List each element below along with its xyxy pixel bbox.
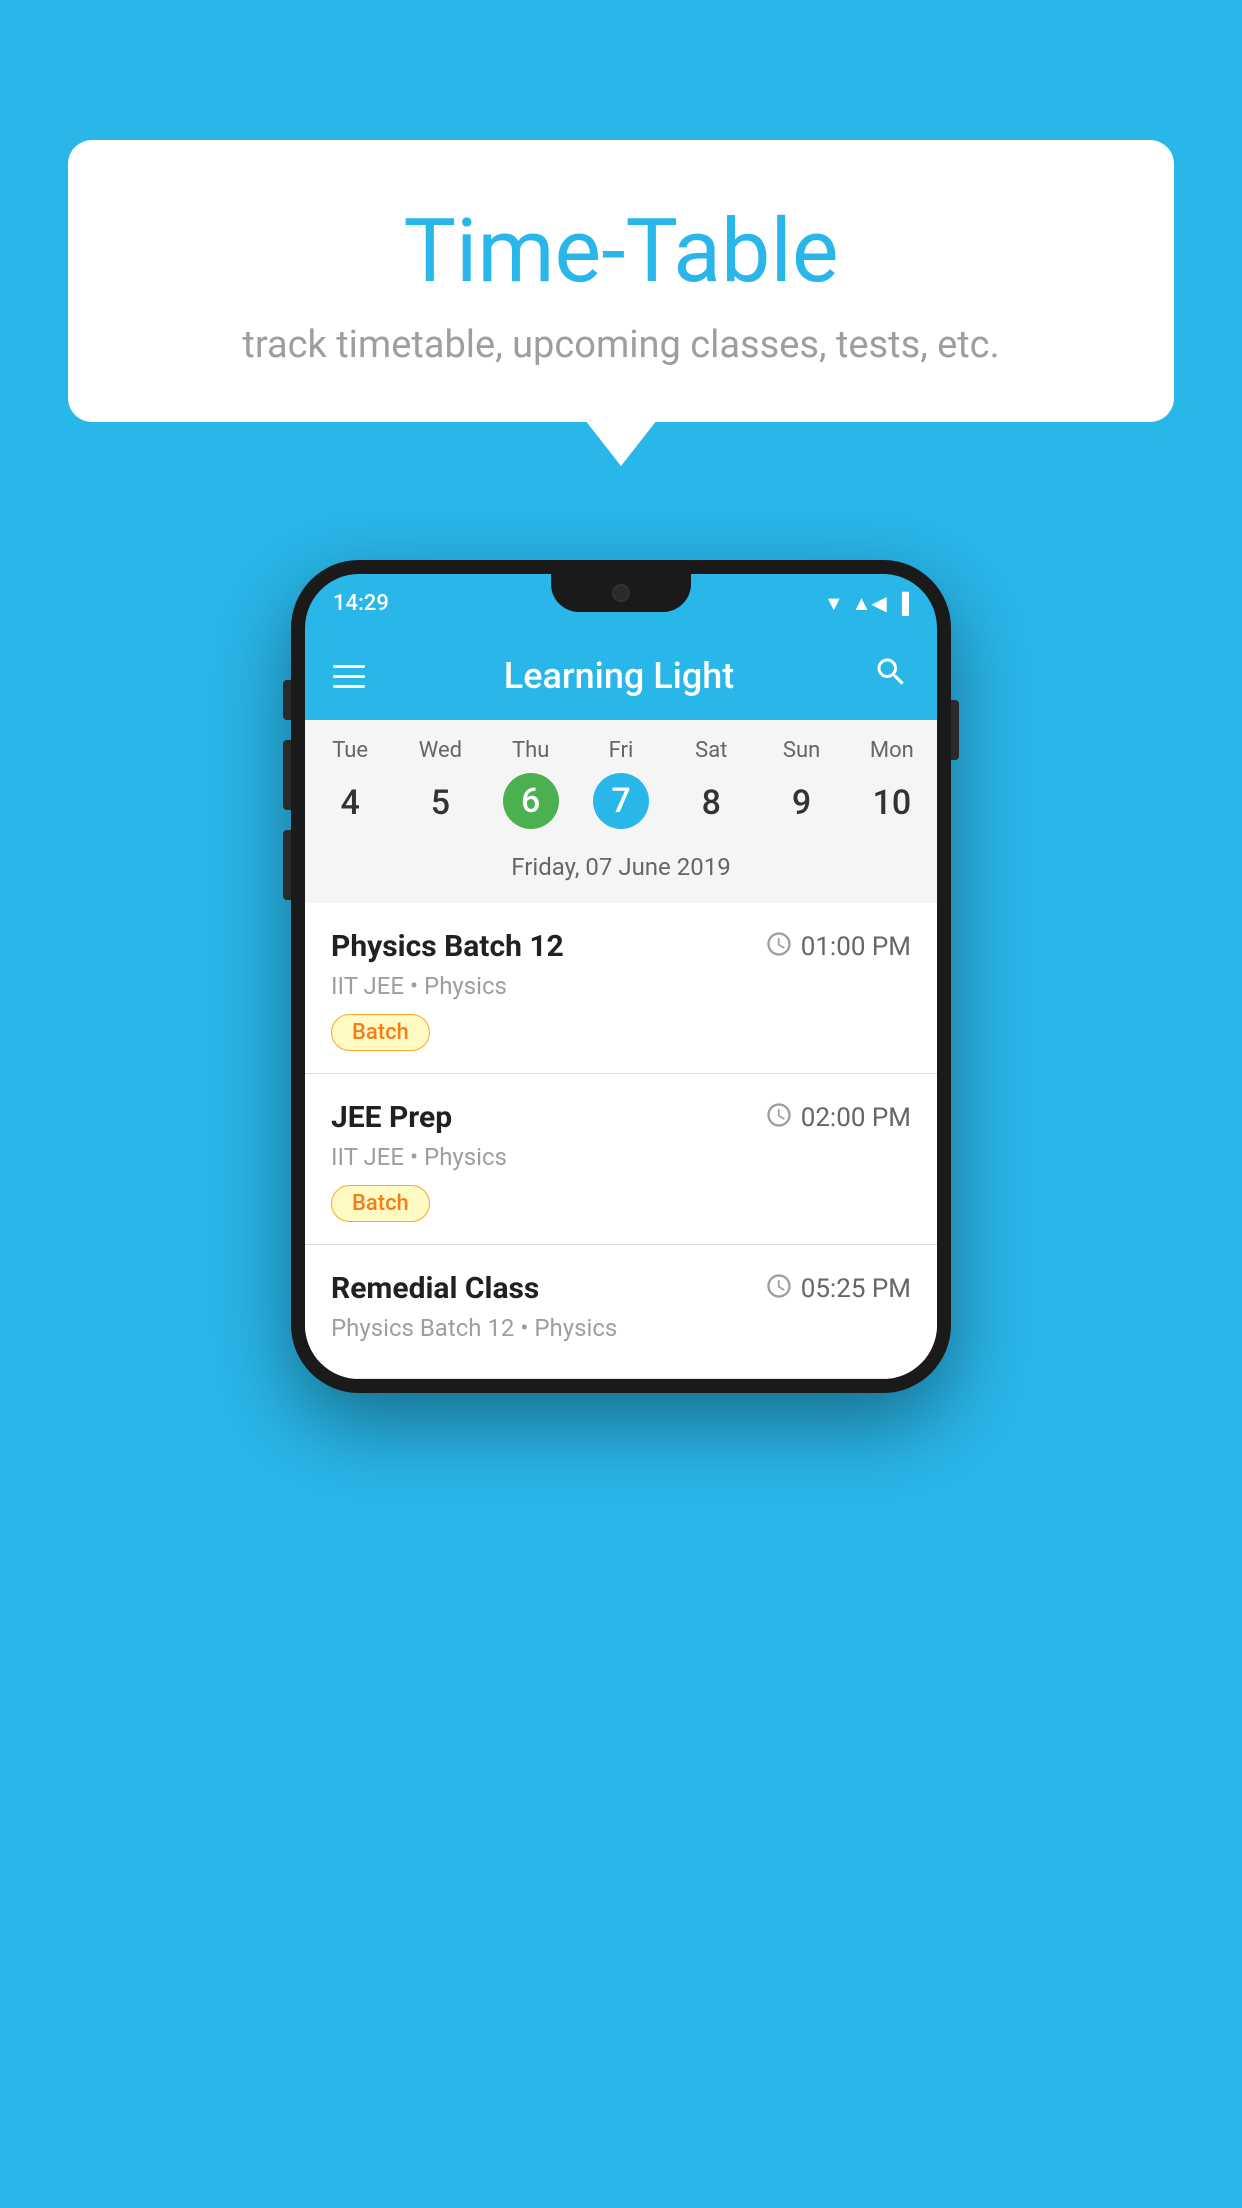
date-10[interactable]: 10 [847, 773, 937, 833]
day-label-sat[interactable]: Sat [666, 738, 756, 763]
speech-bubble: Time-Table track timetable, upcoming cla… [68, 140, 1174, 422]
status-icons: ▼ ▲◀ ▐ [824, 591, 909, 616]
schedule-item-3-time: 05:25 PM [765, 1272, 911, 1306]
schedule-item-3-time-text: 05:25 PM [801, 1274, 911, 1304]
phone-mockup: 14:29 ▼ ▲◀ ▐ Learning Light [291, 560, 951, 1393]
status-bar: 14:29 ▼ ▲◀ ▐ [305, 574, 937, 632]
status-time: 14:29 [333, 591, 389, 616]
day-label-tue[interactable]: Tue [305, 738, 395, 763]
date-9[interactable]: 9 [756, 773, 846, 833]
menu-button[interactable] [333, 665, 365, 688]
signal-icon: ▲◀ [852, 591, 887, 616]
schedule-item-2-time-text: 02:00 PM [801, 1103, 911, 1133]
silent-button [283, 830, 291, 900]
date-5[interactable]: 5 [395, 773, 485, 833]
schedule-list: Physics Batch 12 01:00 PM IIT JEE • Phys… [305, 903, 937, 1379]
battery-icon: ▐ [895, 591, 909, 616]
camera [612, 584, 630, 602]
schedule-item-3-subtitle: Physics Batch 12 • Physics [331, 1314, 911, 1342]
search-button[interactable] [873, 654, 909, 699]
date-8[interactable]: 8 [666, 773, 756, 833]
schedule-item-1-title: Physics Batch 12 [331, 929, 564, 964]
volume-up-button [283, 680, 291, 720]
day-label-fri[interactable]: Fri [576, 738, 666, 763]
main-title: Time-Table [118, 200, 1124, 303]
date-4[interactable]: 4 [305, 773, 395, 833]
day-label-sun[interactable]: Sun [756, 738, 846, 763]
schedule-item-2[interactable]: JEE Prep 02:00 PM IIT JEE • Physics Batc… [305, 1074, 937, 1245]
app-title: Learning Light [504, 655, 734, 697]
schedule-item-3-title: Remedial Class [331, 1271, 539, 1306]
schedule-item-2-title: JEE Prep [331, 1100, 452, 1135]
date-7-selected[interactable]: 7 [593, 773, 649, 829]
schedule-item-1-subtitle: IIT JEE • Physics [331, 972, 911, 1000]
day-numbers: 4 5 6 7 8 9 10 [305, 773, 937, 833]
schedule-item-1-badge: Batch [331, 1014, 430, 1051]
schedule-item-2-time: 02:00 PM [765, 1101, 911, 1135]
selected-date-display: Friday, 07 June 2019 [305, 845, 937, 895]
phone-body: 14:29 ▼ ▲◀ ▐ Learning Light [291, 560, 951, 1393]
day-label-thu[interactable]: Thu [486, 738, 576, 763]
wifi-icon: ▼ [824, 591, 844, 616]
schedule-item-2-badge: Batch [331, 1185, 430, 1222]
phone-screen: Learning Light Tue Wed Thu Fri Sat Sun M… [305, 632, 937, 1379]
main-subtitle: track timetable, upcoming classes, tests… [118, 323, 1124, 367]
calendar-strip: Tue Wed Thu Fri Sat Sun Mon 4 5 6 7 8 9 … [305, 720, 937, 903]
schedule-item-2-subtitle: IIT JEE • Physics [331, 1143, 911, 1171]
clock-icon-3 [765, 1272, 793, 1306]
schedule-item-1-header: Physics Batch 12 01:00 PM [331, 929, 911, 964]
app-bar: Learning Light [305, 632, 937, 720]
schedule-item-1[interactable]: Physics Batch 12 01:00 PM IIT JEE • Phys… [305, 903, 937, 1074]
speech-bubble-wrapper: Time-Table track timetable, upcoming cla… [68, 140, 1174, 422]
schedule-item-3-header: Remedial Class 05:25 PM [331, 1271, 911, 1306]
date-6-today[interactable]: 6 [503, 773, 559, 829]
day-label-mon[interactable]: Mon [847, 738, 937, 763]
clock-icon-2 [765, 1101, 793, 1135]
schedule-item-1-time: 01:00 PM [765, 930, 911, 964]
clock-icon-1 [765, 930, 793, 964]
power-button [951, 700, 959, 760]
day-label-wed[interactable]: Wed [395, 738, 485, 763]
schedule-item-1-time-text: 01:00 PM [801, 932, 911, 962]
schedule-item-2-header: JEE Prep 02:00 PM [331, 1100, 911, 1135]
schedule-item-3[interactable]: Remedial Class 05:25 PM Physics Batch 12… [305, 1245, 937, 1379]
volume-down-button [283, 740, 291, 810]
day-labels: Tue Wed Thu Fri Sat Sun Mon [305, 738, 937, 763]
phone-notch [551, 574, 691, 612]
